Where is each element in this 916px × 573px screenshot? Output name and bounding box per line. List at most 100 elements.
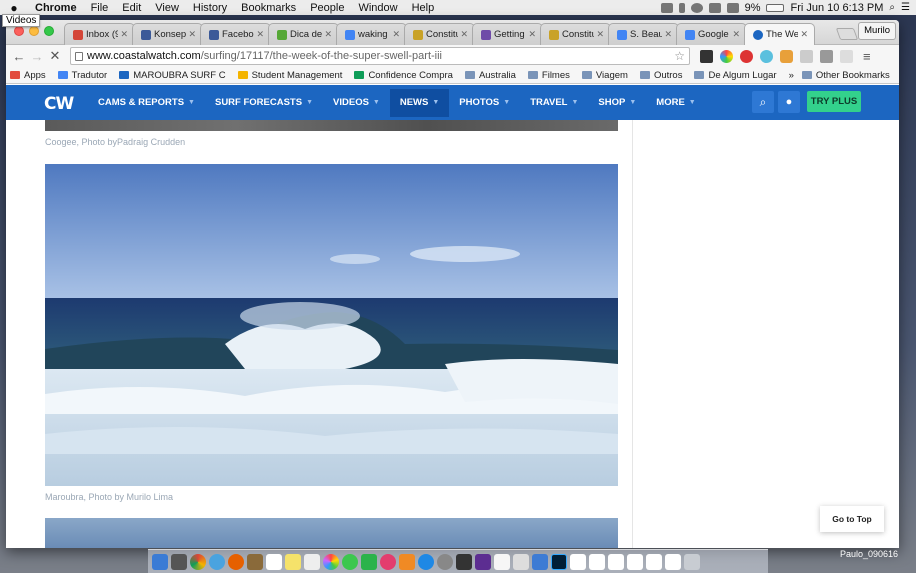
- facetime-icon[interactable]: [361, 553, 377, 570]
- address-bar[interactable]: www.coastalwatch.com/surfing/17117/the-w…: [70, 47, 690, 65]
- bookmark-confidence[interactable]: Confidence Compra: [354, 70, 453, 81]
- menu-window[interactable]: Window: [351, 2, 404, 14]
- tab-close-icon[interactable]: ✕: [120, 29, 128, 40]
- tab-close-icon[interactable]: ✕: [392, 29, 400, 40]
- finder-icon[interactable]: [152, 553, 168, 570]
- menu-view[interactable]: View: [148, 2, 186, 14]
- tab-close-icon[interactable]: ✕: [732, 29, 740, 40]
- app-icon[interactable]: [475, 553, 491, 570]
- tab-active[interactable]: The Wee✕: [744, 23, 815, 45]
- circle-extension-icon[interactable]: [760, 49, 773, 63]
- bookmark-folder-viagem[interactable]: Viagem: [581, 70, 628, 81]
- tab[interactable]: Inbox (9 ✕: [64, 23, 135, 45]
- nav-more[interactable]: MORE ▼: [646, 89, 705, 117]
- photoshop-icon[interactable]: [551, 553, 567, 570]
- chrome-icon[interactable]: [190, 553, 206, 570]
- tab[interactable]: Constitu ✕: [540, 23, 611, 45]
- wifi-icon[interactable]: [708, 2, 721, 13]
- puzzle-extension-icon[interactable]: [820, 49, 833, 63]
- tab[interactable]: Getting ✕: [472, 23, 543, 45]
- menu-people[interactable]: People: [303, 2, 351, 14]
- nav-videos[interactable]: VIDEOS ▼: [323, 89, 390, 117]
- nav-shop[interactable]: SHOP ▼: [588, 89, 646, 117]
- tab-close-icon[interactable]: ✕: [460, 29, 468, 40]
- tab[interactable]: Konsep ✕: [132, 23, 203, 45]
- menu-file[interactable]: File: [84, 2, 116, 14]
- tab-close-icon[interactable]: ✕: [664, 29, 672, 40]
- spotlight-icon[interactable]: ⌕: [889, 2, 895, 13]
- menu-chrome[interactable]: Chrome: [28, 2, 84, 14]
- notification-center-icon[interactable]: ☰: [901, 2, 910, 13]
- nav-travel[interactable]: TRAVEL ▼: [520, 89, 588, 117]
- forward-arrow-icon[interactable]: →: [28, 49, 46, 64]
- calendar-icon[interactable]: [266, 553, 282, 570]
- bookmarks-overflow-button[interactable]: »: [789, 70, 794, 81]
- volume-icon[interactable]: [726, 2, 739, 13]
- system-preferences-icon[interactable]: [437, 553, 453, 570]
- tab[interactable]: waking ✕: [336, 23, 407, 45]
- page-info-icon[interactable]: [75, 51, 83, 61]
- app-icon[interactable]: [532, 553, 548, 570]
- menubar-clock[interactable]: Fri Jun 10 6:13 PM: [790, 2, 883, 14]
- itunes-icon[interactable]: [380, 553, 396, 570]
- time-machine-icon[interactable]: [690, 2, 703, 13]
- menu-bookmarks[interactable]: Bookmarks: [234, 2, 303, 14]
- chrome-menu-icon[interactable]: ≡: [863, 49, 871, 64]
- launchpad-icon[interactable]: [171, 553, 187, 570]
- trash-icon[interactable]: [684, 553, 700, 570]
- document-icon[interactable]: [646, 553, 662, 570]
- safari-icon[interactable]: [209, 553, 225, 570]
- bookmark-folder-de-algum-lugar[interactable]: De Algum Lugar: [694, 70, 777, 81]
- buffer-extension-icon[interactable]: [700, 49, 713, 63]
- nav-cams-reports[interactable]: CAMS & REPORTS ▼: [88, 89, 205, 117]
- battery-icon[interactable]: [766, 3, 785, 12]
- ibooks-icon[interactable]: [399, 553, 415, 570]
- bookmark-tradutor[interactable]: Tradutor: [57, 70, 107, 81]
- tab-close-icon[interactable]: ✕: [528, 29, 536, 40]
- bluetooth-icon[interactable]: [678, 2, 685, 13]
- tab[interactable]: Dica de ✕: [268, 23, 339, 45]
- tab-close-icon[interactable]: ✕: [324, 29, 332, 40]
- menu-help[interactable]: Help: [405, 2, 442, 14]
- try-plus-button[interactable]: TRY PLUS: [807, 91, 861, 112]
- user-icon[interactable]: ●: [778, 91, 800, 113]
- disabled-extension-icon[interactable]: [840, 49, 853, 63]
- window-close-button[interactable]: [14, 26, 24, 36]
- color-wheel-extension-icon[interactable]: [720, 49, 733, 63]
- menu-edit[interactable]: Edit: [115, 2, 148, 14]
- bookmark-folder-australia[interactable]: Australia: [464, 70, 516, 81]
- tab[interactable]: Constitu ✕: [404, 23, 475, 45]
- bookmark-other-bookmarks[interactable]: Other Bookmarks: [801, 70, 890, 81]
- bookmark-student-management[interactable]: Student Management: [237, 70, 342, 81]
- search-icon[interactable]: ⌕: [752, 91, 774, 113]
- app-store-icon[interactable]: [418, 553, 434, 570]
- menu-history[interactable]: History: [186, 2, 234, 14]
- go-to-top-button[interactable]: Go to Top: [820, 506, 884, 532]
- profile-button[interactable]: Murilo: [858, 22, 896, 40]
- apple-menu-icon[interactable]: ●: [0, 1, 28, 15]
- coastalwatch-logo[interactable]: CW: [44, 94, 78, 114]
- app-icon[interactable]: [494, 553, 510, 570]
- tab[interactable]: Faceboo✕: [200, 23, 271, 45]
- document-icon[interactable]: [570, 553, 586, 570]
- bookmark-star-icon[interactable]: ☆: [674, 49, 685, 63]
- app-icon[interactable]: [456, 553, 472, 570]
- firefox-icon[interactable]: [228, 553, 244, 570]
- tab-close-icon[interactable]: ✕: [596, 29, 604, 40]
- window-maximize-button[interactable]: [44, 26, 54, 36]
- document-icon[interactable]: [665, 553, 681, 570]
- mail-icon[interactable]: [247, 553, 263, 570]
- tab-close-icon[interactable]: ✕: [188, 29, 196, 40]
- window-minimize-button[interactable]: [29, 26, 39, 36]
- grey-extension-icon[interactable]: [800, 49, 813, 63]
- reminders-icon[interactable]: [304, 553, 320, 570]
- tab[interactable]: S. Beauv✕: [608, 23, 679, 45]
- stop-loading-icon[interactable]: ✕: [46, 48, 64, 64]
- tab-close-icon[interactable]: ✕: [800, 29, 808, 40]
- back-arrow-icon[interactable]: ←: [10, 49, 28, 64]
- new-tab-button[interactable]: [835, 28, 859, 40]
- tab[interactable]: Google T✕: [676, 23, 747, 45]
- tab-close-icon[interactable]: ✕: [256, 29, 264, 40]
- document-icon[interactable]: [589, 553, 605, 570]
- document-icon[interactable]: [608, 553, 624, 570]
